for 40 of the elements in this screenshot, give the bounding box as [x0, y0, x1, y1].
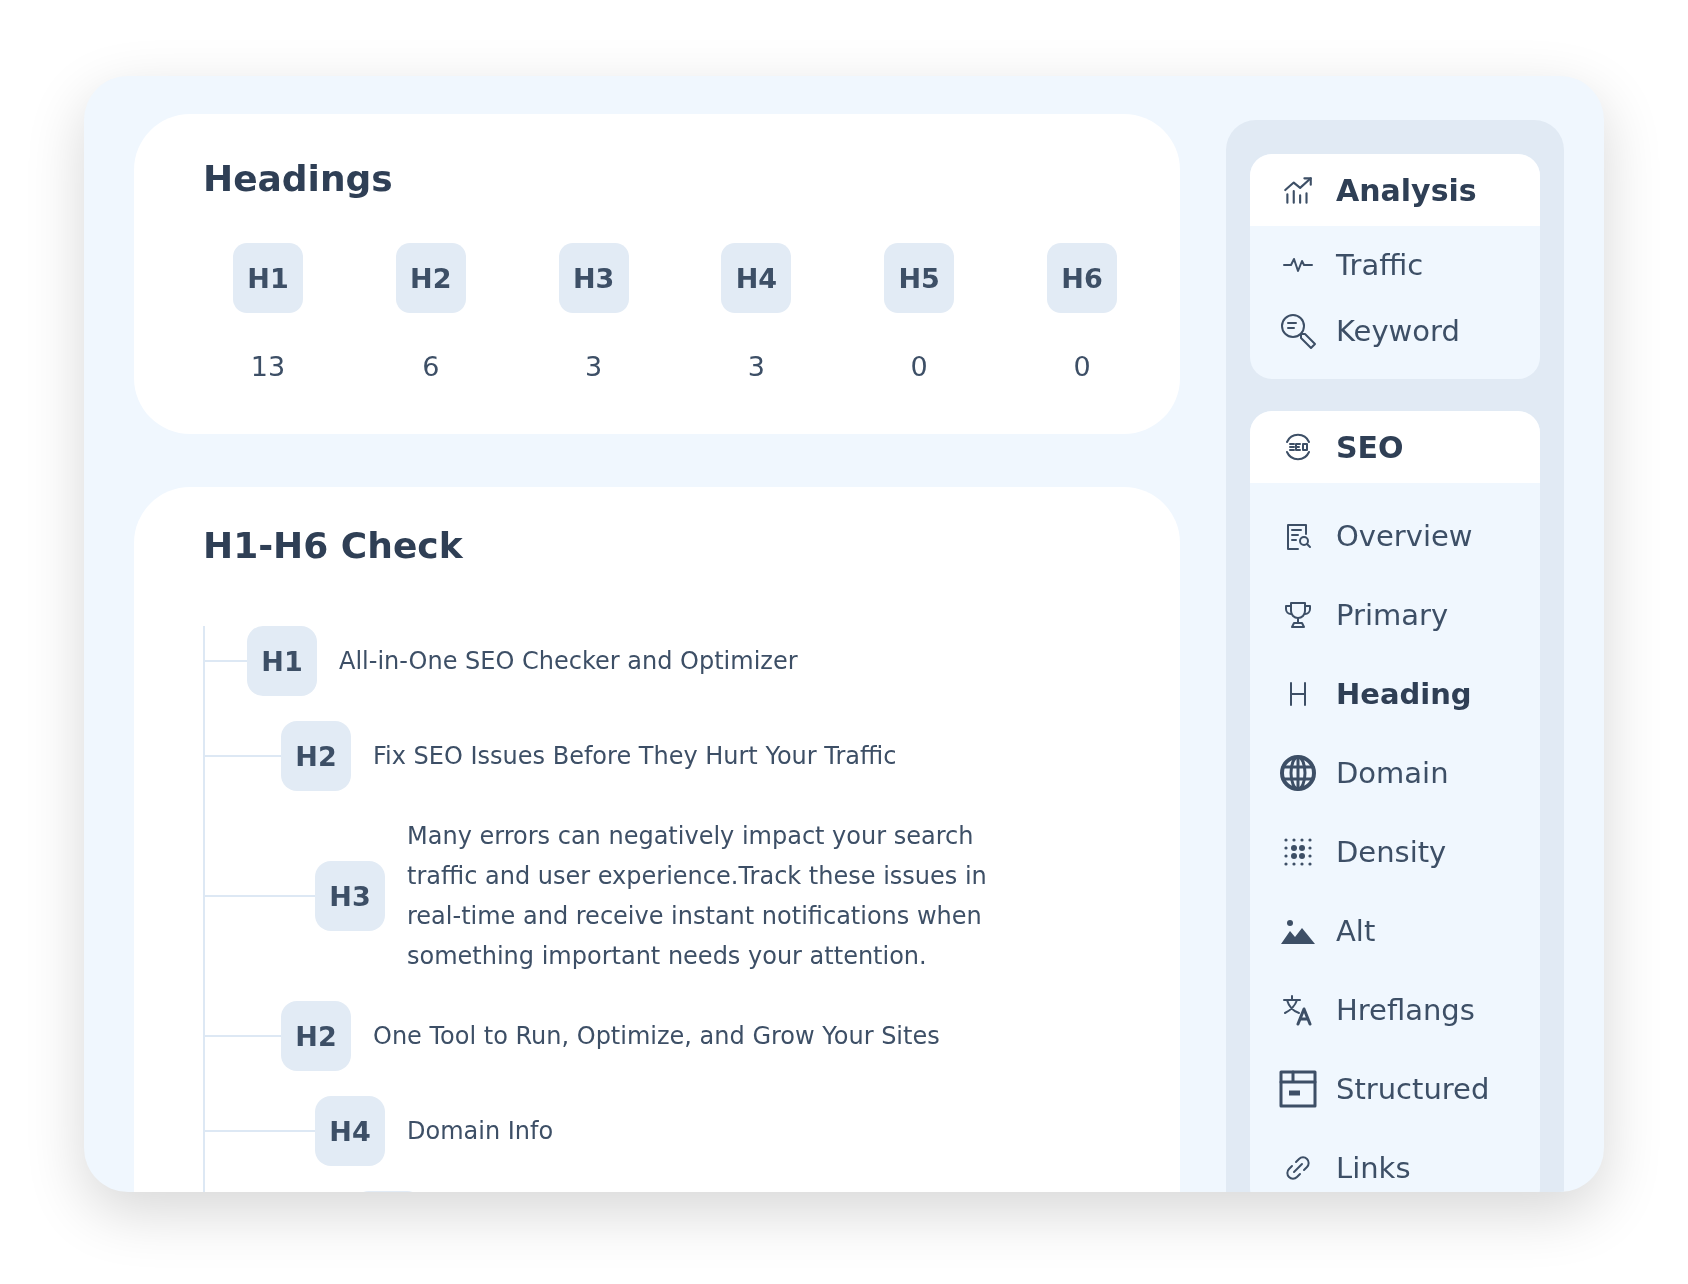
- nav-group-title: SEO: [1336, 429, 1404, 465]
- heading-text: Domain Info: [407, 1116, 554, 1147]
- layout-icon: [1278, 1068, 1318, 1109]
- heading-count: 13: [250, 351, 286, 382]
- nav-item[interactable]: Alt: [1336, 913, 1376, 948]
- heading-count: 6: [422, 351, 440, 382]
- heading-level-badge: H2: [395, 243, 466, 313]
- globe-icon: [1278, 752, 1318, 793]
- heading-count: 0: [910, 351, 928, 382]
- heading-tag: H2: [281, 721, 351, 791]
- heading-tag: H1: [247, 626, 317, 696]
- heading-text: One Tool to Run, Optimize, and Grow Your Sites: [373, 1021, 940, 1052]
- nav-group-title: Analysis: [1336, 172, 1477, 208]
- heading-level-badge: H1: [233, 243, 303, 313]
- heading-level-badge: H4: [721, 243, 792, 313]
- nav-item[interactable]: Hreflangs: [1336, 992, 1475, 1027]
- nav-item[interactable]: Domain: [1336, 755, 1449, 790]
- heading-tag: H2: [281, 1001, 351, 1071]
- card-title: H1-H6 Check: [203, 525, 464, 566]
- heading-tag: H3: [315, 861, 385, 931]
- heading-count: 3: [585, 351, 603, 382]
- heading-text: Fix SEO Issues Before They Hurt Your Traffic: [373, 741, 897, 772]
- magnifier-icon: [1278, 311, 1318, 351]
- heading-count: 0: [1073, 351, 1091, 382]
- heading-text: Many errors can negatively impact your search traffic and user experience.Track these issues in real-time and receive instant notifications when something important needs your attention.: [407, 821, 988, 972]
- heading-tag: H4: [315, 1096, 385, 1166]
- nav-item[interactable]: Primary: [1336, 597, 1449, 632]
- heading-text: All-in-One SEO Checker and Optimizer: [339, 646, 798, 677]
- nav-item[interactable]: Density: [1336, 834, 1447, 869]
- nav-item[interactable]: Keyword: [1336, 314, 1460, 348]
- heading-level-badge: H3: [558, 243, 629, 313]
- nav-item[interactable]: Heading: [1336, 676, 1472, 711]
- heading-count: 3: [747, 351, 765, 382]
- card-title: Headings: [203, 158, 394, 199]
- heading-level-badge: H5: [884, 243, 955, 313]
- nav-item[interactable]: Structured: [1336, 1071, 1490, 1106]
- nav-item[interactable]: Overview: [1336, 518, 1473, 553]
- heading-level-badge: H6: [1047, 243, 1117, 313]
- nav-item[interactable]: Traffic: [1336, 248, 1424, 282]
- nav-item[interactable]: Links: [1336, 1150, 1411, 1185]
